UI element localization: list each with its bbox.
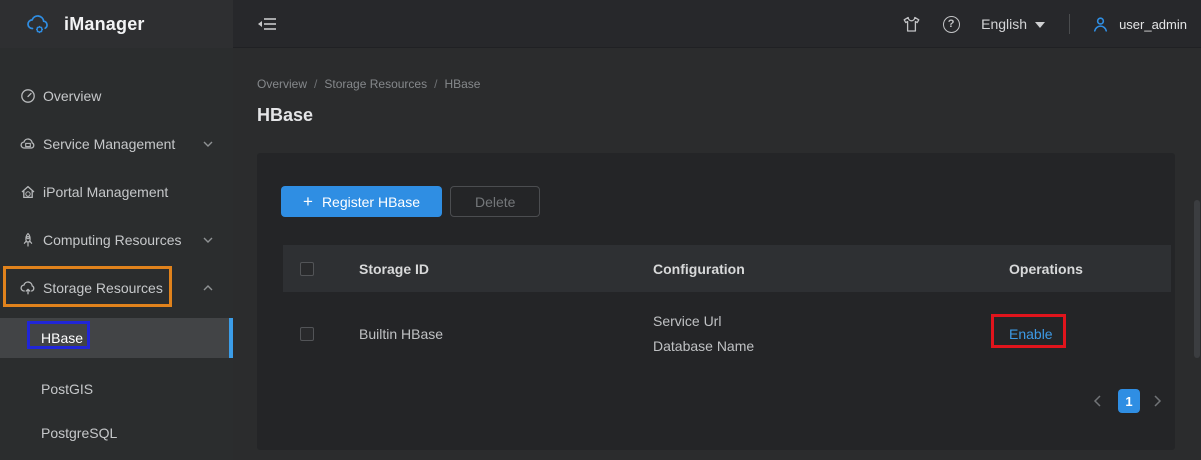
sidebar: Overview Service Management (0, 48, 233, 460)
scrollbar-thumb[interactable] (1194, 200, 1200, 358)
pagination: 1 (1093, 389, 1165, 413)
plus-icon: + (303, 193, 313, 210)
language-selector[interactable]: English (981, 16, 1045, 32)
content-panel: + Register HBase Delete Storage ID Confi… (257, 153, 1175, 450)
sidebar-item-label: Computing Resources (43, 232, 182, 248)
breadcrumb-separator: / (434, 77, 437, 91)
row-checkbox[interactable] (300, 327, 314, 341)
service-cloud-icon (20, 136, 36, 152)
config-database-name: Database Name (653, 334, 993, 359)
operations-cell: Enable (993, 326, 1171, 342)
language-label: English (981, 16, 1027, 32)
sidebar-subitem-label: PostGIS (41, 381, 93, 397)
theme-shirt-icon[interactable] (901, 14, 921, 34)
breadcrumb-overview[interactable]: Overview (257, 77, 307, 91)
user-icon (1092, 16, 1109, 33)
help-icon[interactable]: ? (941, 14, 961, 34)
sidebar-item-computing-resources[interactable]: Computing Resources (0, 216, 233, 264)
breadcrumb-storage-resources[interactable]: Storage Resources (324, 77, 427, 91)
table-row: Builtin HBase Service Url Database Name … (283, 292, 1171, 375)
app-title: iManager (64, 14, 145, 35)
toolbar: + Register HBase Delete (281, 186, 540, 217)
sidebar-subitem-postgis[interactable]: PostGIS (0, 367, 233, 411)
config-service-url: Service Url (653, 309, 993, 334)
sidebar-item-label: Storage Resources (43, 280, 163, 296)
sidebar-item-label: iPortal Management (43, 184, 168, 200)
configuration-cell: Service Url Database Name (637, 309, 993, 359)
gauge-icon (20, 88, 36, 104)
storage-table: Storage ID Configuration Operations Buil… (283, 245, 1171, 375)
sidebar-subitem-label: HBase (41, 330, 83, 346)
chevron-down-icon (203, 140, 213, 148)
register-hbase-label: Register HBase (322, 194, 420, 210)
column-configuration: Configuration (637, 261, 993, 277)
logo-area: iManager (0, 0, 233, 48)
username: user_admin (1119, 17, 1187, 32)
table-header: Storage ID Configuration Operations (283, 245, 1171, 292)
sidebar-item-overview[interactable]: Overview (0, 72, 233, 120)
page-number-current[interactable]: 1 (1118, 389, 1140, 413)
prev-page-icon[interactable] (1093, 394, 1105, 408)
main-content: Overview / Storage Resources / HBase HBa… (233, 48, 1201, 460)
next-page-icon[interactable] (1153, 394, 1165, 408)
cloud-gear-logo-icon (26, 12, 52, 36)
chevron-up-icon (203, 284, 213, 292)
breadcrumb-hbase: HBase (444, 77, 480, 91)
breadcrumb: Overview / Storage Resources / HBase (257, 77, 480, 91)
delete-button[interactable]: Delete (450, 186, 540, 217)
page-title: HBase (257, 105, 313, 126)
column-operations: Operations (993, 261, 1171, 277)
user-menu[interactable]: user_admin (1092, 16, 1187, 33)
sidebar-item-label: Overview (43, 88, 101, 104)
column-storage-id: Storage ID (343, 261, 637, 277)
help-glyph: ? (948, 18, 955, 30)
sidebar-subitem-label: PostgreSQL (41, 425, 117, 441)
caret-down-icon (1035, 22, 1045, 28)
sidebar-item-iportal-management[interactable]: iPortal Management (0, 168, 233, 216)
chevron-down-icon (203, 236, 213, 244)
sidebar-item-storage-resources[interactable]: Storage Resources (0, 264, 233, 312)
register-hbase-button[interactable]: + Register HBase (281, 186, 442, 217)
sidebar-subitem-hbase[interactable]: HBase (0, 318, 233, 358)
storage-id-cell: Builtin HBase (343, 326, 637, 342)
app-window: iManager (0, 0, 1201, 460)
collapse-sidebar-icon[interactable] (257, 14, 277, 34)
storage-cloud-icon (20, 280, 36, 296)
enable-link[interactable]: Enable (1009, 326, 1053, 342)
sidebar-item-label: Service Management (43, 136, 175, 152)
rocket-icon (20, 232, 36, 248)
topbar-main: ? English user_admin (233, 0, 1201, 48)
topbar-divider (1069, 14, 1070, 34)
topbar: iManager (0, 0, 1201, 48)
portal-home-icon (20, 184, 36, 200)
sidebar-item-service-management[interactable]: Service Management (0, 120, 233, 168)
select-all-checkbox[interactable] (300, 262, 314, 276)
breadcrumb-separator: / (314, 77, 317, 91)
topbar-right: ? English user_admin (891, 0, 1193, 48)
sidebar-subitem-postgresql[interactable]: PostgreSQL (0, 411, 233, 455)
